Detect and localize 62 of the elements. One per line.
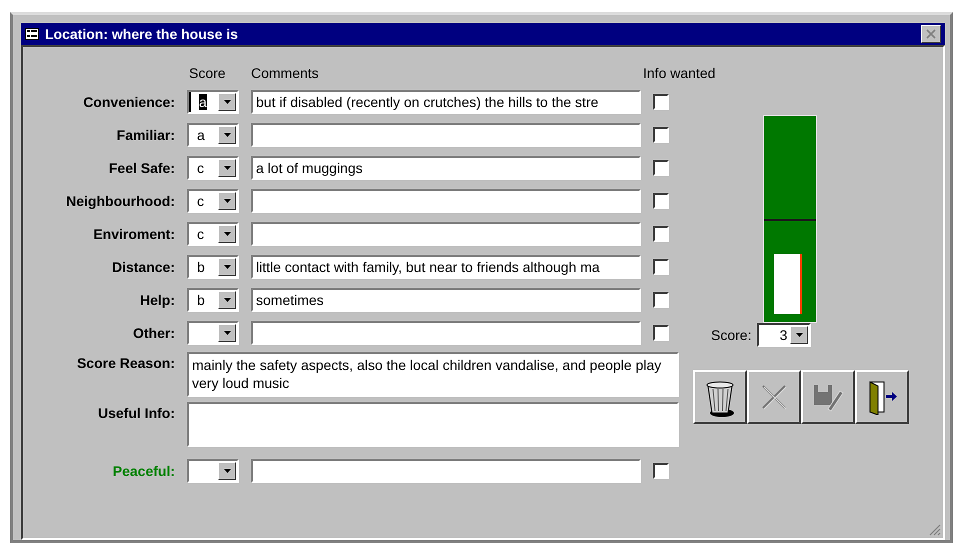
- score-dropdown[interactable]: [187, 459, 239, 483]
- comment-field[interactable]: little contact with family, but near to friends although ma: [251, 255, 641, 279]
- score-dropdown[interactable]: c: [187, 222, 239, 246]
- column-header: Info wanted: [643, 65, 716, 81]
- info-wanted-checkbox[interactable]: [653, 160, 669, 176]
- field-label: Neighbourhood:: [65, 193, 175, 209]
- info-wanted-checkbox[interactable]: [653, 127, 669, 143]
- comment-field[interactable]: sometimes: [251, 288, 641, 312]
- column-header: Score: [188, 65, 227, 81]
- close-icon: [926, 29, 936, 39]
- info-wanted-checkbox[interactable]: [653, 463, 669, 479]
- info-wanted-checkbox[interactable]: [653, 193, 669, 209]
- score-dropdown[interactable]: b: [187, 255, 239, 279]
- dropdown-arrow-icon: [796, 333, 803, 337]
- useful-info-field[interactable]: [187, 402, 679, 447]
- info-wanted-checkbox[interactable]: [653, 292, 669, 308]
- comment-field[interactable]: [251, 321, 641, 345]
- field-label: Other:: [132, 325, 175, 341]
- resize-grip-icon[interactable]: [929, 524, 941, 536]
- score-dropdown[interactable]: b: [187, 288, 239, 312]
- field-label: Convenience:: [82, 94, 175, 110]
- score-dropdown[interactable]: [187, 321, 239, 345]
- score-reason-field[interactable]: mainly the safety aspects, also the local children vandalise, and people play very loud music: [187, 352, 679, 397]
- field-label: Enviroment:: [92, 226, 175, 242]
- comment-field[interactable]: [251, 459, 641, 483]
- info-wanted-checkbox[interactable]: [653, 226, 669, 242]
- field-label: Score Reason:: [76, 354, 175, 371]
- column-header: Comments: [251, 65, 320, 81]
- info-wanted-checkbox[interactable]: [653, 94, 669, 110]
- comment-field[interactable]: [251, 189, 641, 213]
- info-wanted-checkbox[interactable]: [653, 259, 669, 275]
- dropdown-arrow-icon: [224, 265, 230, 269]
- dropdown-arrow-icon: [224, 232, 230, 236]
- dropdown-arrow-icon: [224, 166, 230, 170]
- field-label: Feel Safe:: [108, 160, 175, 176]
- comment-field[interactable]: but if disabled (recently on crutches) the hills to the stre: [251, 90, 641, 114]
- score-dropdown[interactable]: c: [187, 189, 239, 213]
- comment-field[interactable]: a lot of muggings: [251, 156, 641, 180]
- field-label: Useful Info:: [97, 404, 175, 421]
- delete-button[interactable]: [693, 370, 747, 424]
- score-dropdown[interactable]: a: [187, 90, 239, 114]
- score-dropdown[interactable]: 3: [757, 323, 812, 347]
- field-label: Help:: [139, 292, 175, 308]
- dropdown-arrow-icon: [224, 133, 230, 137]
- dropdown-arrow-icon: [224, 331, 230, 335]
- score-dropdown[interactable]: c: [187, 156, 239, 180]
- dropdown-arrow-icon: [224, 199, 230, 203]
- exit-button[interactable]: [855, 370, 909, 424]
- close-button[interactable]: [921, 25, 941, 43]
- dropdown-arrow-icon: [224, 298, 230, 302]
- info-wanted-checkbox[interactable]: [653, 325, 669, 341]
- field-label: Familiar:: [116, 127, 175, 143]
- dropdown-arrow-icon: [224, 100, 230, 104]
- comment-field[interactable]: [251, 123, 641, 147]
- field-label: Distance:: [110, 259, 175, 275]
- field-label: Peaceful:: [112, 463, 175, 479]
- score-label: Score:: [711, 327, 752, 343]
- score-dropdown[interactable]: a: [187, 123, 239, 147]
- dropdown-arrow-icon: [224, 469, 230, 473]
- form-icon: [25, 28, 39, 40]
- comment-field[interactable]: [251, 222, 641, 246]
- window-title: Location: where the house is: [45, 26, 239, 42]
